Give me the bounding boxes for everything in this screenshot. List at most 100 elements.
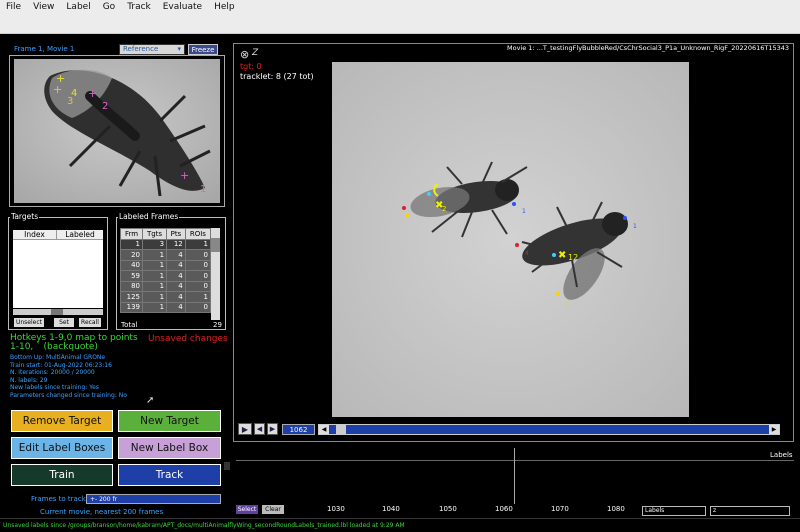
labeled-frames-scrollbar[interactable]	[211, 228, 220, 320]
reference-select[interactable]: Reference ▾	[119, 44, 185, 55]
zoom-point-1: +	[180, 169, 190, 182]
timeline-tick: 1080	[607, 505, 625, 513]
zoom-point-4: +	[56, 72, 66, 85]
toolbar-strip	[0, 14, 800, 34]
cell: 1	[184, 238, 211, 250]
frames-to-track-label: Frames to track:	[31, 495, 89, 503]
new-label-box-button[interactable]: New Label Box	[118, 437, 221, 459]
hotkeys-text: Hotkeys 1-9,0 map to points 1-10, ` (bac…	[10, 333, 138, 352]
play-icon[interactable]: ▶	[238, 423, 252, 435]
table-row[interactable]: 20 1 4 0	[120, 249, 211, 261]
menu-help[interactable]: Help	[208, 0, 241, 14]
zoom-title: Frame 1, Movie 1	[14, 45, 75, 53]
frames-to-track-select[interactable]: +- 200 fr	[86, 494, 221, 504]
cell: 0	[184, 249, 211, 261]
timeline-field-dropdown[interactable]: z	[710, 506, 790, 516]
total-value: 29	[213, 321, 222, 329]
labeled-frames-table-wrap[interactable]: Frm Tgts Pts ROIs 1 3 12 1 20 1 4 0 40 1 4 0 59 1 4…	[120, 228, 211, 320]
cell: 3	[141, 238, 168, 250]
cell: 0	[184, 301, 211, 313]
targets-table[interactable]: Index Labeled	[13, 230, 103, 308]
movie-frame[interactable]: ✖ ✖ 2 1 12 1 4 3	[332, 62, 689, 417]
slider-thumb[interactable]	[336, 425, 346, 434]
info-algorithm: Bottom Up: MultiAnimal GRONe	[10, 354, 106, 361]
fly-label-1a: 1	[522, 208, 526, 215]
cell: 80	[120, 280, 143, 292]
timeline-tick: 1050	[439, 505, 457, 513]
track-button[interactable]: Track	[118, 464, 221, 486]
zoom-image	[14, 59, 220, 203]
timeline-tick: 1030	[327, 505, 345, 513]
cell: 12	[166, 238, 186, 250]
unsaved-changes-text: Unsaved changes	[148, 334, 228, 344]
step-back-icon[interactable]: ◀	[254, 423, 265, 435]
cell: 4	[166, 291, 186, 303]
cell: 1	[141, 249, 168, 261]
cell: 4	[166, 301, 186, 313]
timeline-cursor[interactable]	[514, 448, 515, 504]
freeze-button[interactable]: Freeze	[188, 44, 218, 55]
mouse-cursor-icon: ➚	[146, 395, 155, 406]
step-forward-icon[interactable]: ▶	[267, 423, 278, 435]
menu-view[interactable]: View	[27, 0, 60, 14]
unselect-button[interactable]: Unselect	[14, 318, 44, 327]
col-pts: Pts	[166, 228, 186, 240]
edit-label-boxes-button[interactable]: Edit Label Boxes	[11, 437, 113, 459]
frame-slider[interactable]: ◀ ▶	[318, 424, 780, 435]
remove-target-button[interactable]: Remove Target	[11, 410, 113, 432]
zoom-label-4: 4	[71, 88, 78, 99]
timeline-select-button[interactable]: Select	[236, 505, 258, 514]
z-icon[interactable]: Z	[252, 48, 258, 58]
cell: 1	[184, 291, 211, 303]
table-row[interactable]: 139 1 4 0	[120, 301, 211, 313]
table-row[interactable]: 80 1 4 0	[120, 280, 211, 292]
info-train-start: Train start: 01-Aug-2022 06:23:16	[10, 361, 112, 369]
labeled-frames-title: Labeled Frames	[118, 212, 180, 221]
current-movie-text: Current movie, nearest 200 frames	[40, 508, 164, 516]
col-tgts: Tgts	[141, 228, 168, 240]
targets-col-labeled: Labeled	[65, 230, 95, 239]
app-window: { "menu":["File","View","Label","Go","Tr…	[0, 0, 800, 532]
slider-left-arrow-icon[interactable]: ◀	[319, 425, 329, 434]
timeline-tick: 1070	[551, 505, 569, 513]
new-target-button[interactable]: New Target	[118, 410, 221, 432]
cell: 4	[166, 280, 186, 292]
target-id: tgt: 0	[240, 62, 262, 71]
frame-number-field[interactable]: 1062	[282, 424, 315, 435]
timeline-tick: 1040	[382, 505, 400, 513]
timeline-clear-button[interactable]: Clear	[262, 505, 284, 514]
cell: 0	[184, 270, 211, 282]
menu-go[interactable]: Go	[97, 0, 121, 14]
menu-evaluate[interactable]: Evaluate	[157, 0, 208, 14]
table-row[interactable]: 40 1 4 0	[120, 259, 211, 271]
cell: 1	[120, 238, 143, 250]
info-iterations: N. iterations: 20000 / 20000	[10, 369, 95, 376]
cell: 1	[141, 301, 168, 313]
status-text: Unsaved labels since /groups/branson/hom…	[3, 522, 405, 529]
status-bar: Unsaved labels since /groups/branson/hom…	[0, 518, 800, 532]
table-row[interactable]: 1 3 12 1	[120, 238, 211, 250]
menu-track[interactable]: Track	[121, 0, 157, 14]
cell: 0	[184, 259, 211, 271]
cell: 20	[120, 249, 143, 261]
side-handle[interactable]	[224, 462, 230, 470]
table-row[interactable]: 125 1 4 1	[120, 291, 211, 303]
labeled-frames-table[interactable]: Frm Tgts Pts ROIs 1 3 12 1 20 1 4 0 40 1 4 0 59 1 4…	[120, 228, 211, 313]
timeline-labels-label: Labels	[770, 451, 793, 459]
col-rois: ROIs	[184, 228, 211, 240]
cell: 59	[120, 270, 143, 282]
table-row[interactable]: 59 1 4 0	[120, 270, 211, 282]
svg-text:✖: ✖	[558, 250, 566, 261]
zoom-icon[interactable]: ⊗	[240, 48, 249, 61]
menu-file[interactable]: File	[0, 0, 27, 14]
slider-right-arrow-icon[interactable]: ▶	[769, 425, 779, 434]
train-button[interactable]: Train	[11, 464, 113, 486]
fly-label-3: 3	[565, 301, 569, 308]
cell: 125	[120, 291, 143, 303]
recall-button[interactable]: Recall	[79, 318, 101, 327]
targets-scrollbar[interactable]	[13, 309, 103, 315]
timeline-mode-dropdown[interactable]: Labels	[642, 506, 706, 516]
info-params-changed: Parameters changed since training: No	[10, 391, 127, 399]
set-button[interactable]: Set	[54, 318, 74, 327]
menu-label[interactable]: Label	[60, 0, 96, 14]
